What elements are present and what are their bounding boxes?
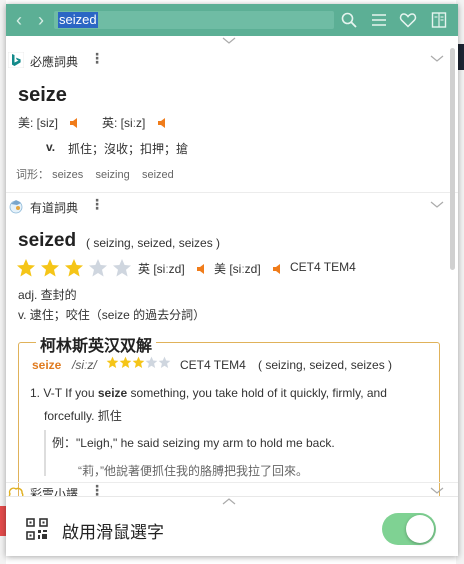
star-empty-icon [89, 259, 107, 277]
collins-sense-type: V-T [43, 386, 62, 400]
bing-form-item[interactable]: seizing [95, 169, 129, 181]
bing-us-pronunciation: 美: [siz] [18, 114, 81, 131]
collins-example-text: "Leigh," he said seizing my arm to hold … [76, 436, 335, 450]
youdao-dict-menu[interactable]: ⋮ [90, 196, 104, 213]
youdao-def-adj: adj. 查封的 [18, 288, 77, 302]
collins-example-en: 例："Leigh," he said seizing my arm to hol… [52, 434, 335, 451]
book-icon[interactable] [430, 11, 448, 29]
collins-sense: 1. V-T If you seize something, you take … [30, 386, 387, 400]
caiyun-dict-name: 彩雲小譯 [30, 487, 79, 496]
scrollbar[interactable] [450, 48, 455, 270]
search-icon[interactable] [340, 11, 358, 29]
bing-dict-menu[interactable]: ⋮ [90, 50, 104, 67]
speaker-icon[interactable] [69, 117, 81, 129]
youdao-dict-name: 有道詞典 [30, 201, 79, 215]
star-filled-icon [106, 356, 119, 369]
collins-phonetic: /siːz/ [72, 358, 97, 372]
bing-logo-icon [8, 52, 24, 68]
collins-inflections: ( seizing, seized, seizes ) [258, 358, 393, 372]
bing-form-item[interactable]: seized [142, 169, 174, 181]
search-input-value[interactable]: seized [58, 12, 98, 28]
divider [6, 192, 458, 193]
youdao-exams: CET4 TEM4 [290, 260, 356, 274]
divider [6, 482, 458, 483]
collapse-chevron-icon[interactable] [222, 37, 236, 45]
collins-example-zh: “莉，”他說著便抓住我的胳膊把我拉了回來。 [78, 464, 308, 478]
youdao-us-pronunciation: 美 [siːzd] [214, 260, 284, 277]
youdao-logo-icon [9, 200, 23, 214]
collins-sense-word: seize [97, 386, 128, 400]
bing-dict-name: 必應詞典 [30, 55, 79, 69]
forward-arrow-icon[interactable]: › [38, 10, 44, 30]
star-filled-icon [132, 356, 145, 369]
menu-icon[interactable] [370, 11, 388, 29]
toggle-label: 啟用滑鼠選字 [62, 523, 164, 542]
collins-sense-pre: If you [65, 386, 98, 400]
top-bar: ‹ › seized [6, 4, 458, 36]
caiyun-expand-chevron-icon[interactable] [430, 487, 444, 495]
mouse-select-toggle[interactable] [382, 513, 436, 545]
caiyun-logo-icon [8, 487, 24, 496]
caiyun-dict-menu[interactable]: ⋮ [90, 482, 104, 496]
back-arrow-icon[interactable]: ‹ [16, 10, 22, 30]
star-empty-icon [113, 259, 131, 277]
collins-sense-line2: forcefully. 抓住 [44, 409, 122, 423]
youdao-inflections: ( seizing, seized, seizes ) [86, 236, 221, 250]
divider [6, 496, 458, 497]
star-empty-icon [145, 356, 158, 369]
speaker-icon[interactable] [157, 117, 169, 129]
star-filled-icon [65, 259, 83, 277]
expand-up-chevron-icon[interactable] [222, 497, 236, 505]
star-filled-icon [119, 356, 132, 369]
collins-sense-number: 1. [30, 386, 41, 400]
youdao-headword: seized [18, 230, 77, 251]
bing-forms-label: 词形： [16, 169, 49, 181]
collins-sense-post: something, you take hold of it quickly, … [127, 386, 387, 400]
collins-exams: CET4 TEM4 [180, 358, 246, 372]
search-input[interactable]: seized [54, 11, 334, 29]
heart-icon[interactable] [399, 11, 417, 29]
toggle-knob[interactable] [406, 515, 434, 543]
youdao-us-label: 美 [siːzd] [214, 262, 261, 276]
youdao-uk-pronunciation: 英 [siːzd] [138, 260, 208, 277]
youdao-uk-label: 英 [siːzd] [138, 262, 185, 276]
collins-headword: seize [32, 358, 62, 372]
qr-code-icon[interactable] [26, 518, 48, 540]
bing-forms: 词形： seizes seizing seized [16, 166, 174, 182]
dictionary-content: 必應詞典 ⋮ seize 美: [siz] 英: [siːz] v. 抓住；沒收… [6, 46, 458, 496]
star-empty-icon [158, 356, 171, 369]
dictionary-popup: ‹ › seized 必應詞典 ⋮ seize 美: [siz] 英: [siː… [6, 4, 458, 556]
bing-headword: seize [18, 84, 67, 106]
youdao-def-verb: v. 逮住；咬住（seize 的過去分詞） [18, 308, 206, 322]
speaker-icon[interactable] [272, 263, 284, 275]
bing-meaning: 抓住；沒收；扣押；搶 [68, 142, 189, 156]
bing-pos: v. [46, 140, 56, 154]
collins-example-label: 例： [52, 436, 77, 450]
bing-uk-pronunciation: 英: [siːz] [102, 114, 169, 131]
example-quote-bar [44, 430, 46, 476]
bing-form-item[interactable]: seizes [52, 169, 83, 181]
bing-us-label: 美: [siz] [18, 116, 59, 130]
bing-expand-chevron-icon[interactable] [430, 55, 444, 63]
bing-uk-label: 英: [siːz] [102, 116, 146, 130]
star-filled-icon [17, 259, 35, 277]
speaker-icon[interactable] [196, 263, 208, 275]
collins-title: 柯林斯英汉双解 [36, 332, 157, 356]
star-filled-icon [41, 259, 59, 277]
youdao-expand-chevron-icon[interactable] [430, 201, 444, 209]
